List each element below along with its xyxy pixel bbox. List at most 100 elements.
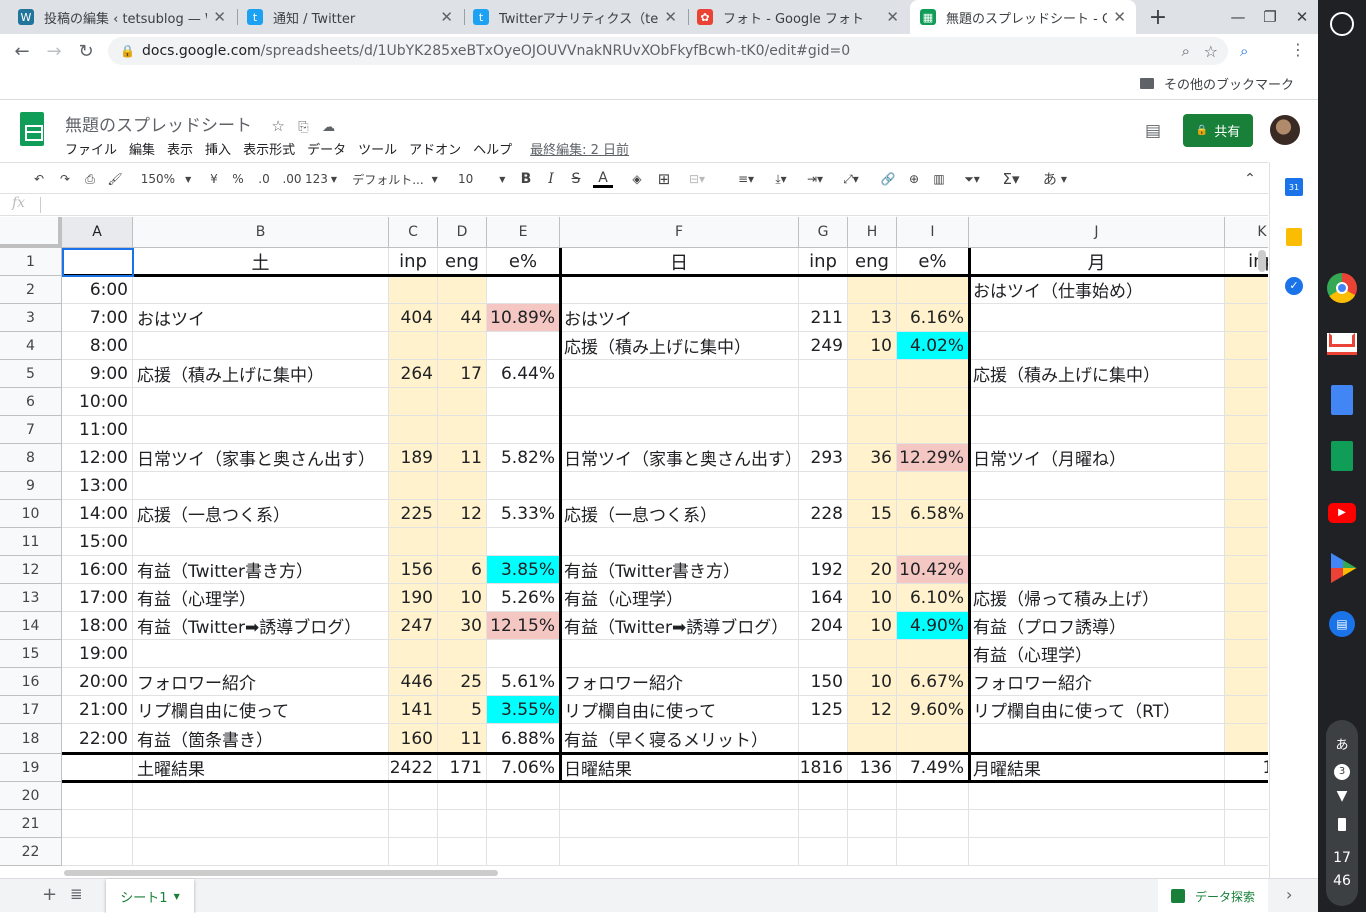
bold-icon[interactable]: B: [518, 170, 534, 188]
table-cell[interactable]: 12.15%: [487, 612, 560, 640]
increase-decimal-button[interactable]: .00: [280, 170, 304, 188]
vertical-scrollbar[interactable]: [1258, 250, 1266, 272]
table-cell[interactable]: 17: [438, 360, 487, 388]
row-header[interactable]: 17: [0, 696, 62, 724]
side-panel-toggle-icon[interactable]: ›: [1286, 885, 1292, 904]
close-tab-icon[interactable]: ✕: [664, 8, 677, 26]
table-cell[interactable]: 30: [438, 612, 487, 640]
text-rotation-icon[interactable]: ⤢▾: [836, 170, 866, 188]
table-cell[interactable]: [1225, 304, 1268, 332]
table-cell[interactable]: [560, 276, 799, 304]
menu-item[interactable]: ヘルプ: [473, 139, 512, 158]
table-cell[interactable]: 164: [799, 584, 848, 612]
table-cell[interactable]: [389, 782, 438, 810]
row-header[interactable]: 3: [0, 304, 62, 332]
table-cell[interactable]: 10: [438, 584, 487, 612]
table-cell[interactable]: [799, 782, 848, 810]
table-cell[interactable]: [848, 276, 897, 304]
table-cell[interactable]: [1225, 332, 1268, 360]
undo-icon[interactable]: ↶: [30, 170, 48, 188]
table-cell[interactable]: [969, 782, 1225, 810]
table-cell[interactable]: 10: [848, 612, 897, 640]
table-cell[interactable]: [799, 640, 848, 668]
table-cell[interactable]: リプ欄自由に使って: [560, 696, 799, 724]
row-header[interactable]: 7: [0, 416, 62, 444]
table-cell[interactable]: 10: [848, 584, 897, 612]
restore-button[interactable]: ❐: [1254, 0, 1286, 34]
table-cell[interactable]: [389, 528, 438, 556]
table-cell[interactable]: 156: [389, 556, 438, 584]
table-cell[interactable]: 月曜結果: [969, 754, 1225, 782]
close-tab-icon[interactable]: ✕: [1113, 8, 1126, 26]
decrease-decimal-button[interactable]: .0: [254, 170, 274, 188]
menu-item[interactable]: 表示形式: [243, 139, 295, 158]
table-cell[interactable]: [62, 782, 133, 810]
browser-tab[interactable]: t 通知 / Twitter ✕: [237, 0, 463, 34]
table-cell[interactable]: [1225, 528, 1268, 556]
minimize-button[interactable]: —: [1222, 0, 1254, 34]
table-cell[interactable]: 20:00: [62, 668, 133, 696]
play-store-icon[interactable]: [1331, 553, 1357, 583]
table-cell[interactable]: [389, 332, 438, 360]
table-cell[interactable]: [438, 276, 487, 304]
currency-button[interactable]: ¥: [206, 170, 222, 188]
table-cell[interactable]: 18:00: [62, 612, 133, 640]
table-cell[interactable]: 6.16%: [897, 304, 969, 332]
column-header[interactable]: H: [848, 217, 897, 248]
table-cell[interactable]: [560, 360, 799, 388]
table-cell[interactable]: [389, 838, 438, 866]
search-extension-icon[interactable]: ⌕: [1240, 42, 1248, 60]
table-cell[interactable]: 404: [389, 304, 438, 332]
table-cell[interactable]: 15: [1225, 612, 1268, 640]
print-icon[interactable]: ⎙: [81, 170, 99, 188]
table-cell[interactable]: [438, 528, 487, 556]
table-cell[interactable]: 12:00: [62, 444, 133, 472]
table-cell[interactable]: フォロワー紹介: [969, 668, 1225, 696]
table-cell[interactable]: [1225, 416, 1268, 444]
column-header[interactable]: E: [487, 217, 560, 248]
column-header[interactable]: C: [389, 217, 438, 248]
table-cell[interactable]: [487, 388, 560, 416]
table-cell[interactable]: 20: [848, 556, 897, 584]
table-cell[interactable]: [487, 782, 560, 810]
other-bookmarks[interactable]: その他のブックマーク: [1139, 74, 1294, 93]
table-cell[interactable]: 47: [1225, 276, 1268, 304]
table-cell[interactable]: e%: [897, 248, 969, 276]
table-cell[interactable]: [1225, 782, 1268, 810]
table-cell[interactable]: 150: [799, 668, 848, 696]
table-cell[interactable]: [1225, 388, 1268, 416]
table-cell[interactable]: 土: [133, 248, 389, 276]
table-cell[interactable]: [799, 528, 848, 556]
table-cell[interactable]: 日常ツイ（月曜ね）: [969, 444, 1225, 472]
browser-tab[interactable]: t Twitterアナリティクス（tet ✕: [463, 0, 687, 34]
table-cell[interactable]: 応援（一息つく系）: [133, 500, 389, 528]
row-header[interactable]: 1: [0, 248, 62, 276]
table-cell[interactable]: 13: [848, 304, 897, 332]
table-cell[interactable]: リプ欄自由に使って（RT）: [969, 696, 1225, 724]
table-cell[interactable]: 有益（心理学）: [560, 584, 799, 612]
avatar[interactable]: [1270, 115, 1300, 145]
forward-button[interactable]: →: [38, 41, 70, 62]
table-cell[interactable]: [1225, 472, 1268, 500]
table-cell[interactable]: 10:00: [62, 388, 133, 416]
collapse-chevron-icon[interactable]: ⌃: [1240, 170, 1260, 188]
table-cell[interactable]: [897, 724, 969, 754]
table-cell[interactable]: 日常ツイ（家事と奥さん出す）: [133, 444, 389, 472]
table-cell[interactable]: 10: [848, 332, 897, 360]
calendar-icon[interactable]: 31: [1285, 178, 1303, 196]
move-folder-icon[interactable]: ⎘: [298, 120, 308, 135]
table-cell[interactable]: [799, 810, 848, 838]
table-cell[interactable]: 225: [389, 500, 438, 528]
select-all-corner[interactable]: [0, 217, 62, 248]
row-header[interactable]: 11: [0, 528, 62, 556]
table-cell[interactable]: [897, 640, 969, 668]
row-header[interactable]: 18: [0, 724, 62, 754]
column-header[interactable]: I: [897, 217, 969, 248]
table-cell[interactable]: 6: [438, 556, 487, 584]
table-cell[interactable]: 6.58%: [897, 500, 969, 528]
table-cell[interactable]: [848, 528, 897, 556]
table-cell[interactable]: [897, 416, 969, 444]
table-cell[interactable]: 17: [1225, 584, 1268, 612]
table-cell[interactable]: 11: [438, 444, 487, 472]
table-cell[interactable]: 14:00: [62, 500, 133, 528]
